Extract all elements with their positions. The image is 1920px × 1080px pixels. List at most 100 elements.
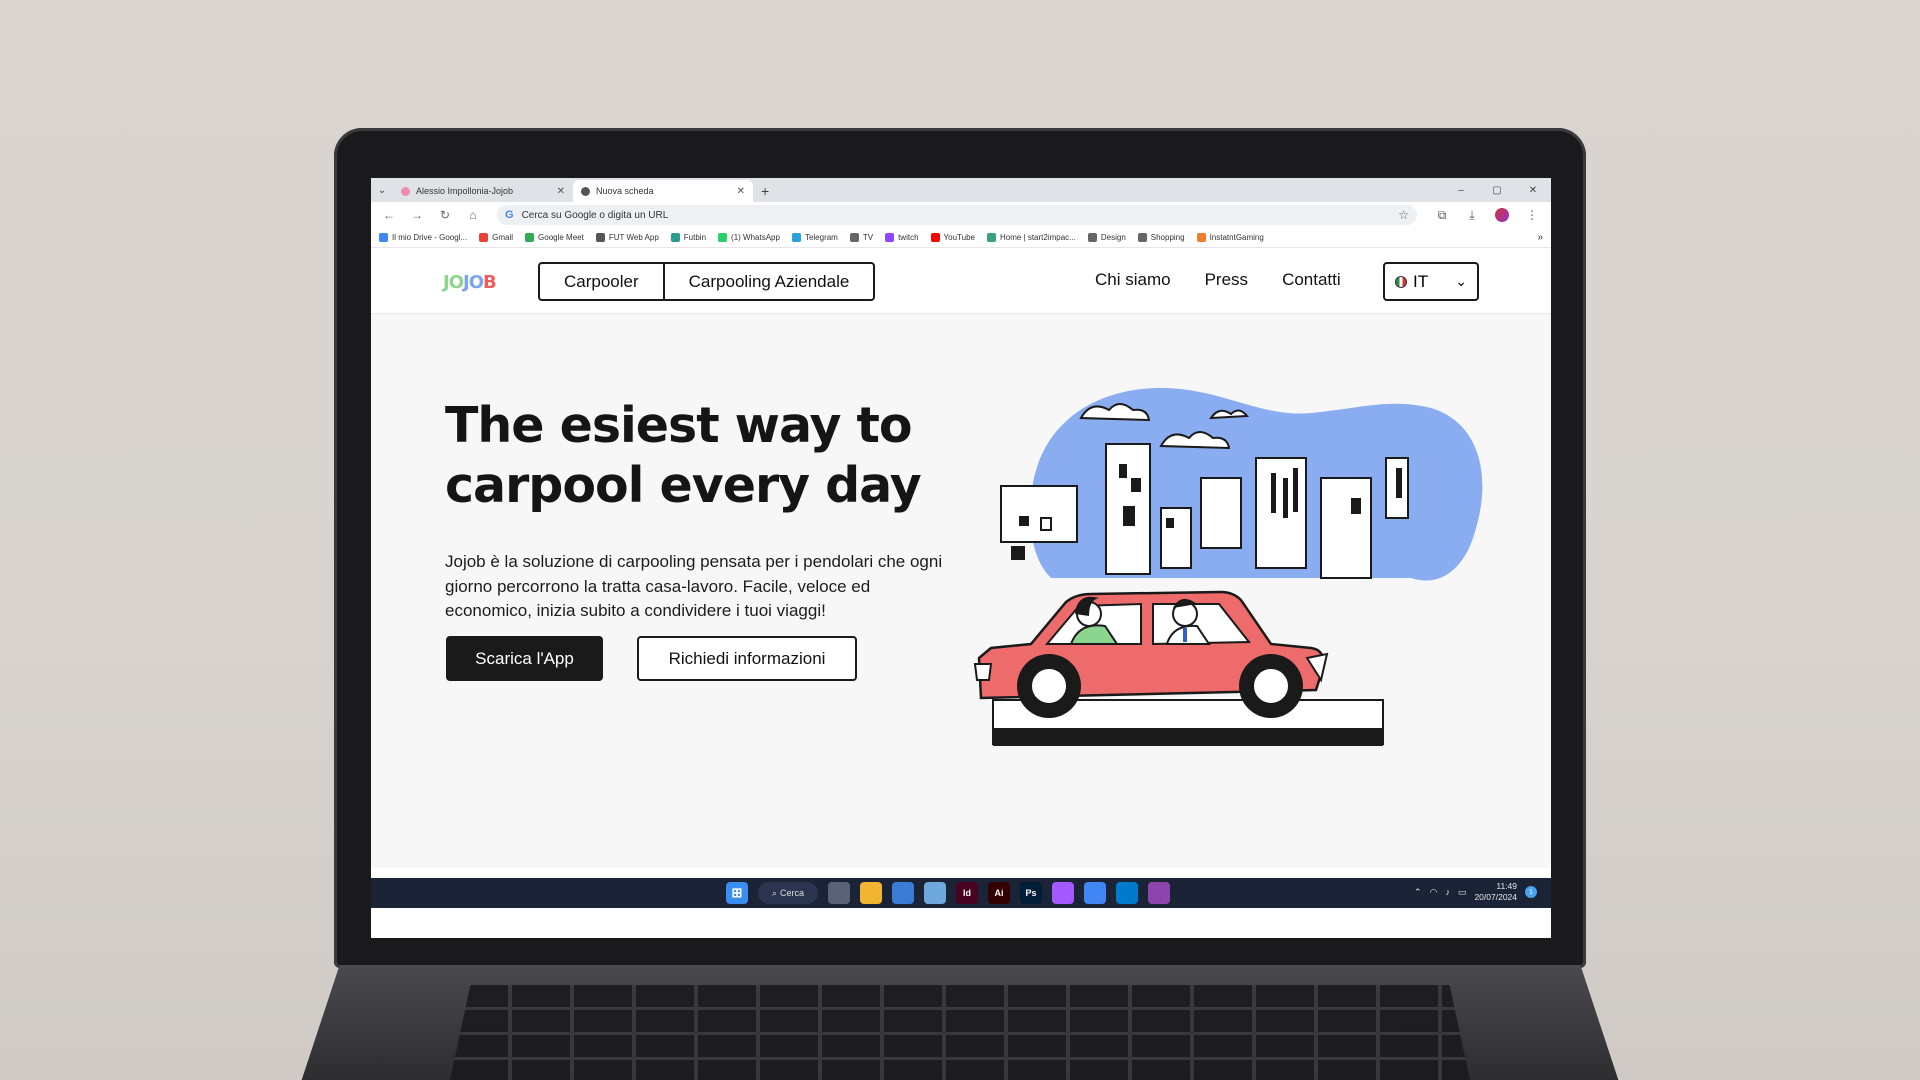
volume-icon[interactable]: ♪ [1445,887,1450,897]
back-icon[interactable]: ← [377,208,401,222]
bookmark-item[interactable]: TV [849,233,874,242]
tab-new[interactable]: Nuova scheda ✕ [573,180,753,202]
address-bar[interactable]: G Cerca su Google o digita un URL ☆ [497,205,1417,225]
figma-icon[interactable] [1052,882,1074,904]
browser-tab-bar: ⌄ Alessio Impollonia-Jojob ✕ Nuova sched… [371,178,1551,202]
wifi-icon[interactable]: ◠ [1430,887,1438,898]
reload-icon[interactable]: ↻ [433,208,457,222]
bookmark-label: twitch [898,233,919,242]
bookmark-favicon-icon [1196,233,1206,242]
maximize-button[interactable]: ▢ [1479,178,1515,202]
vscode-icon[interactable] [1116,882,1138,904]
bookmark-favicon-icon [670,233,680,242]
winrar-icon[interactable] [1148,882,1170,904]
bookmark-label: Design [1100,233,1126,242]
chrome-icon[interactable] [1084,882,1106,904]
menu-chi-siamo[interactable]: Chi siamo [1095,270,1171,290]
tab-search-icon[interactable]: ⌄ [371,178,393,202]
tray-overflow-icon[interactable]: ⌃ [1414,887,1422,898]
system-tray: ⌃ ◠ ♪ ▭ 11:49 20/07/2024 1 [1414,881,1537,903]
bookmark-label: InstatntGaming [1209,233,1264,242]
bookmarks-overflow-icon[interactable]: » [1537,232,1543,243]
close-tab-icon[interactable]: ✕ [737,186,745,197]
bookmark-label: Telegram [804,233,838,242]
bookmark-favicon-icon [930,233,940,242]
bookmark-favicon-icon [379,233,388,242]
bookmark-item[interactable]: Il mio Drive - Googl... [379,233,467,242]
photos-icon[interactable] [924,882,946,904]
bookmark-favicon-icon [1087,233,1097,242]
request-info-button[interactable]: Richiedi informazioni [637,636,857,681]
bookmark-favicon-icon [525,233,535,242]
bookmark-item[interactable]: Gmail [479,233,513,242]
menu-press[interactable]: Press [1205,270,1248,290]
bookmark-favicon-icon [718,233,728,242]
chevron-down-icon: ⌄ [1455,273,1467,289]
close-window-button[interactable]: ✕ [1515,178,1551,202]
bookmarks-bar: Il mio Drive - Googl... Gmail Google Meet F… [371,228,1551,248]
extensions-icon[interactable]: ⧉ [1429,208,1455,223]
carpooling-aziendale-tab[interactable]: Carpooling Aziendale [662,264,874,299]
more-menu-icon[interactable]: ⋮ [1519,208,1545,222]
taskbar-apps: ⊞ ⌕ Cerca Id Ai Ps [726,882,1170,904]
bookmark-item[interactable]: YouTube [930,233,975,242]
explorer-icon[interactable] [860,882,882,904]
close-tab-icon[interactable]: ✕ [557,186,565,197]
taskbar-search[interactable]: ⌕ Cerca [758,882,818,904]
download-app-button[interactable]: Scarica l'App [446,636,603,681]
bookmark-favicon-icon [1137,233,1147,242]
profile-avatar[interactable] [1495,208,1509,222]
main-menu: Chi siamo Press Contatti [1095,270,1341,290]
search-icon: ⌕ [771,887,778,898]
clock[interactable]: 11:49 20/07/2024 [1474,881,1517,903]
indesign-icon[interactable]: Id [956,882,978,904]
photoshop-icon[interactable]: Ps [1020,882,1042,904]
windows-start-icon[interactable]: ⊞ [726,882,748,904]
hero-subtitle: Jojob è la soluzione di carpooling pensa… [445,552,943,620]
bookmark-favicon-icon [885,233,895,242]
bookmark-item[interactable]: Telegram [791,233,838,242]
bookmark-item[interactable]: InstatntGaming [1196,233,1264,242]
italy-flag-icon [1395,275,1407,288]
language-selector[interactable]: IT ⌄ [1383,262,1479,301]
tab-favicon-icon [401,186,410,196]
bookmark-item[interactable]: Home | start2impac... [986,233,1076,242]
bookmark-label: Google Meet [538,233,584,242]
jojob-logo[interactable]: JOJOB [443,272,497,293]
windows-taskbar: ⊞ ⌕ Cerca Id Ai Ps ⌃ ◠ ♪ ▭ 11:49 20/07/202… [371,878,1551,908]
download-icon[interactable]: ⤓ [1459,208,1485,223]
clock-time: 11:49 [1496,881,1517,891]
store-icon[interactable] [892,882,914,904]
bookmark-label: Futbin [683,233,707,242]
bookmark-label: Gmail [492,233,514,242]
home-icon[interactable]: ⌂ [461,208,485,222]
bookmark-label: Home | start2impac... [999,233,1076,242]
forward-icon[interactable]: → [405,208,429,222]
new-tab-button[interactable]: + [753,180,777,202]
hero-title: The esiest way to carpool every day [445,397,922,514]
bookmark-favicon-icon [849,233,859,242]
bookmark-item[interactable]: FUT Web App [595,233,659,242]
bookmark-star-icon[interactable]: ☆ [1398,208,1409,222]
bookmark-item[interactable]: twitch [885,233,919,242]
notification-badge[interactable]: 1 [1525,886,1537,898]
bookmark-item[interactable]: Google Meet [525,233,584,242]
bookmark-favicon-icon [595,233,605,242]
task-view-icon[interactable] [828,882,850,904]
audience-switch: Carpooler Carpooling Aziendale [538,262,876,301]
bookmark-item[interactable]: Futbin [670,233,707,242]
minimize-button[interactable]: – [1443,178,1479,202]
tab-jojob[interactable]: Alessio Impollonia-Jojob ✕ [393,180,573,202]
hero-illustration [973,388,1483,746]
menu-contatti[interactable]: Contatti [1282,270,1341,290]
carpooler-tab[interactable]: Carpooler [540,264,663,299]
clock-date: 20/07/2024 [1474,892,1517,902]
bookmark-label: TV [862,233,874,242]
bookmark-item[interactable]: Design [1087,233,1126,242]
illustrator-icon[interactable]: Ai [988,882,1010,904]
battery-icon[interactable]: ▭ [1458,887,1467,898]
bookmark-label: Il mio Drive - Googl... [392,233,468,242]
laptop-keyboard [450,985,1470,1080]
bookmark-item[interactable]: (1) WhatsApp [718,233,780,242]
bookmark-item[interactable]: Shopping [1137,233,1185,242]
